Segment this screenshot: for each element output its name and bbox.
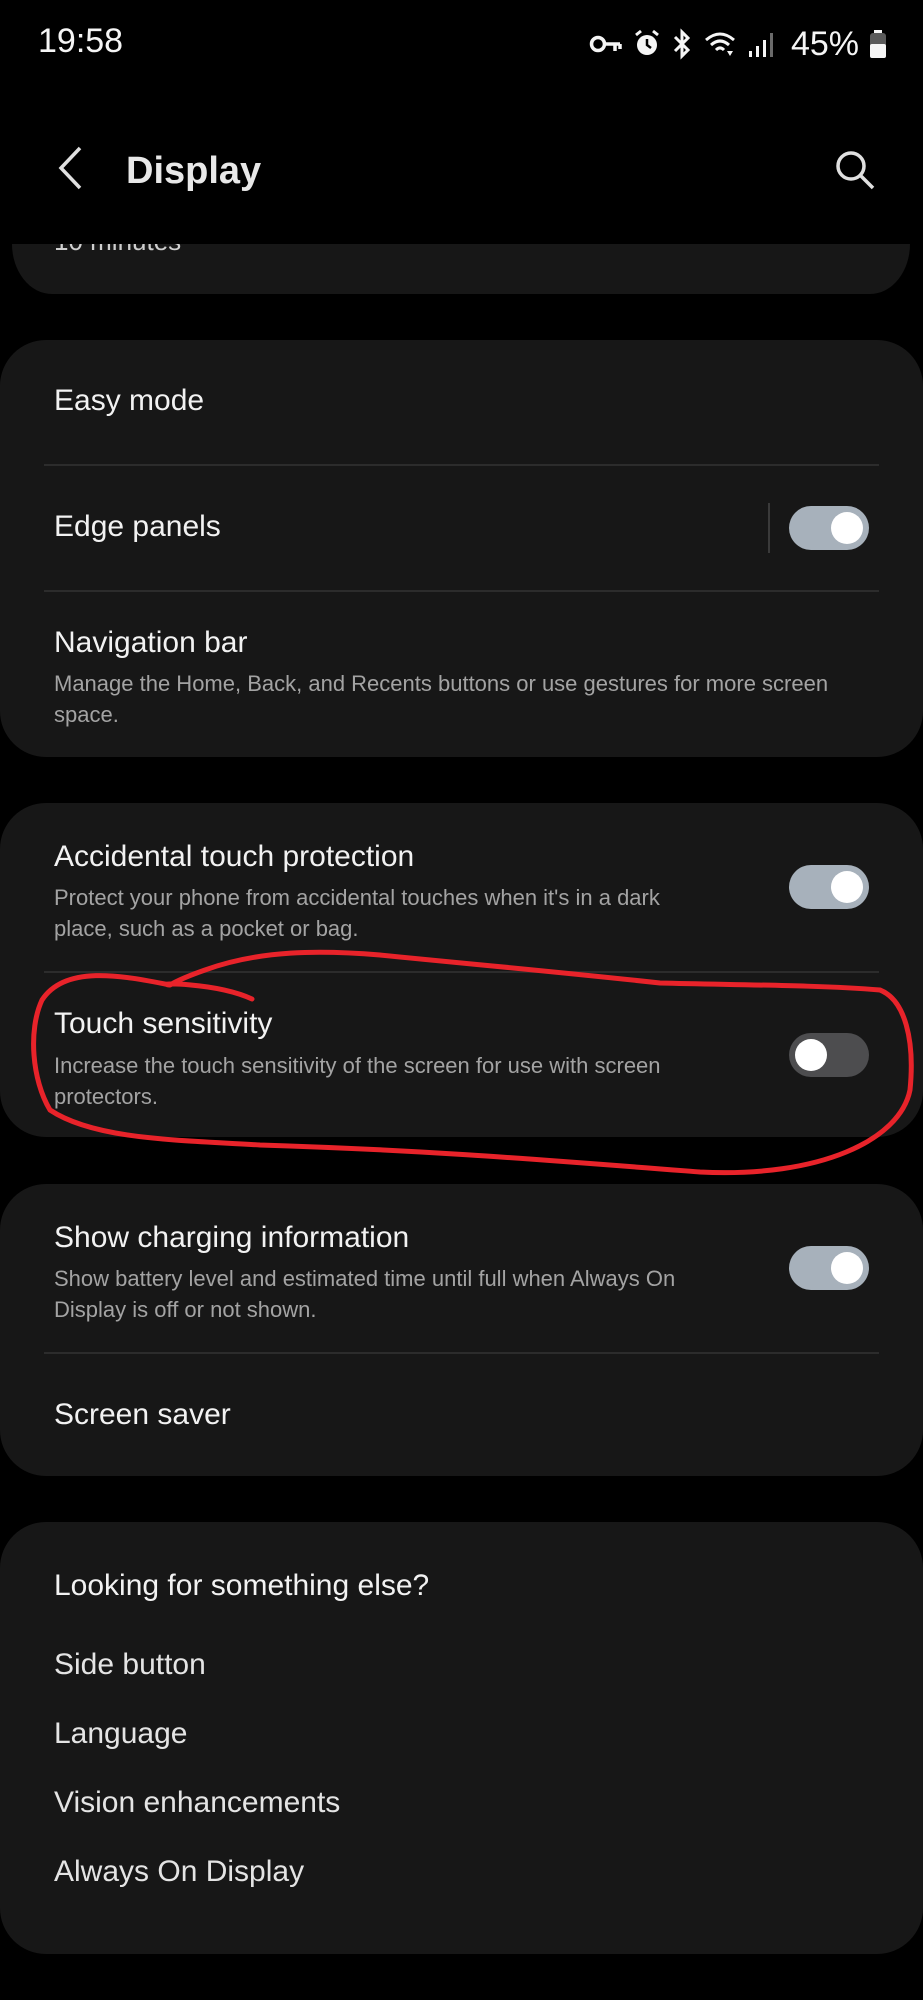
page-title: Display bbox=[126, 150, 262, 192]
accidental-touch-row[interactable]: Accidental touch protection Protect your… bbox=[0, 803, 923, 971]
screen-timeout-value: 10 minutes bbox=[54, 244, 181, 257]
suggestion-link-side-button[interactable]: Side button bbox=[54, 1648, 206, 1682]
status-time: 19:58 bbox=[38, 22, 124, 60]
navigation-bar-row[interactable]: Navigation bar Manage the Home, Back, an… bbox=[0, 592, 923, 757]
touch-sensitivity-toggle[interactable] bbox=[789, 1033, 869, 1077]
suggestions-heading: Looking for something else? bbox=[54, 1569, 430, 1602]
signal-icon bbox=[747, 29, 777, 59]
charging-info-toggle[interactable] bbox=[789, 1246, 869, 1290]
easy-mode-row[interactable]: Easy mode bbox=[0, 340, 923, 464]
settings-group-3: Show charging information Show battery l… bbox=[0, 1184, 923, 1476]
accidental-touch-title: Accidental touch protection bbox=[54, 840, 415, 873]
easy-mode-title: Easy mode bbox=[54, 384, 205, 417]
suggestions-card: Looking for something else? Side button … bbox=[0, 1522, 923, 1954]
screen-timeout-card[interactable]: 10 minutes bbox=[12, 244, 910, 294]
screen-saver-row[interactable]: Screen saver bbox=[0, 1354, 923, 1476]
settings-group-1: Easy mode Edge panels Navigation bar Man… bbox=[0, 340, 923, 757]
suggestion-link-always-on-display[interactable]: Always On Display bbox=[54, 1855, 304, 1889]
status-bar: 19:58 45% bbox=[0, 0, 923, 90]
battery-percentage: 45% bbox=[790, 24, 859, 63]
app-header: Display bbox=[0, 120, 923, 230]
accidental-touch-subtitle: Protect your phone from accidental touch… bbox=[54, 885, 660, 941]
touch-sensitivity-subtitle: Increase the touch sensitivity of the sc… bbox=[54, 1053, 661, 1109]
alarm-icon bbox=[633, 29, 661, 59]
bluetooth-icon bbox=[671, 28, 693, 60]
settings-group-2: Accidental touch protection Protect your… bbox=[0, 803, 923, 1137]
search-icon bbox=[834, 149, 876, 196]
screen-saver-title: Screen saver bbox=[54, 1398, 231, 1431]
edge-panels-toggle[interactable] bbox=[789, 506, 869, 550]
edge-panels-title: Edge panels bbox=[54, 510, 221, 543]
battery-icon bbox=[869, 29, 887, 59]
navigation-bar-subtitle: Manage the Home, Back, and Recents butto… bbox=[54, 671, 829, 727]
wifi-icon bbox=[703, 29, 737, 59]
accidental-touch-toggle[interactable] bbox=[789, 865, 869, 909]
edge-panels-row[interactable]: Edge panels bbox=[0, 466, 923, 590]
back-button[interactable] bbox=[44, 144, 96, 196]
search-button[interactable] bbox=[827, 144, 883, 200]
charging-info-subtitle: Show battery level and estimated time un… bbox=[54, 1266, 676, 1322]
touch-sensitivity-row[interactable]: Touch sensitivity Increase the touch sen… bbox=[0, 973, 923, 1137]
suggestion-link-vision-enhancements[interactable]: Vision enhancements bbox=[54, 1786, 340, 1820]
status-icons: 45% bbox=[589, 22, 887, 66]
vertical-separator bbox=[768, 503, 770, 553]
navigation-bar-title: Navigation bar bbox=[54, 626, 248, 659]
suggestion-link-language[interactable]: Language bbox=[54, 1717, 187, 1751]
charging-info-title: Show charging information bbox=[54, 1221, 410, 1254]
touch-sensitivity-title: Touch sensitivity bbox=[54, 1007, 273, 1040]
charging-info-row[interactable]: Show charging information Show battery l… bbox=[0, 1184, 923, 1352]
vpn-key-icon bbox=[589, 32, 623, 56]
chevron-left-icon bbox=[55, 145, 85, 196]
